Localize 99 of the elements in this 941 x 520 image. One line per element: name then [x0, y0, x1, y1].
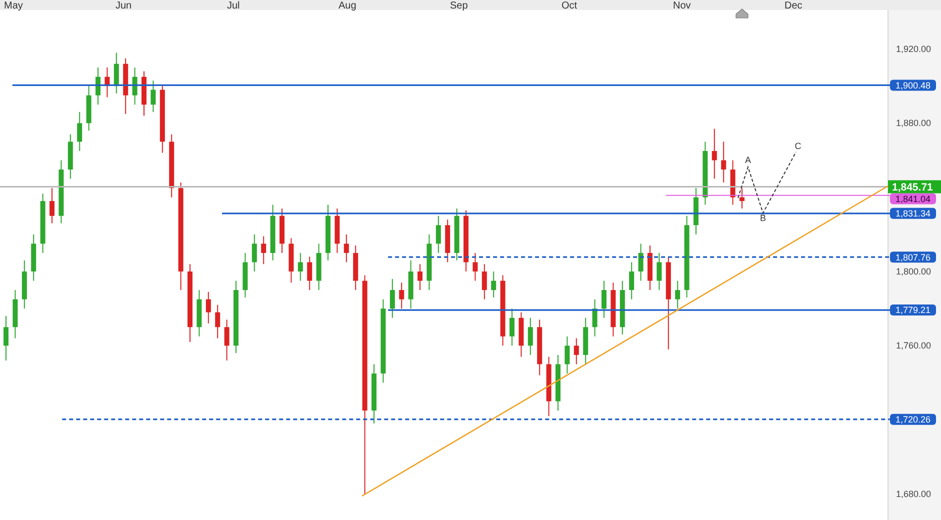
candlestick — [298, 252, 303, 282]
candlestick — [482, 264, 487, 300]
month-label: Nov — [673, 0, 691, 12]
candlestick — [261, 236, 266, 265]
month-label: Aug — [338, 0, 356, 12]
candlestick — [638, 243, 644, 282]
candlestick — [280, 208, 284, 254]
candlestick — [4, 316, 8, 361]
month-label: Dec — [784, 0, 802, 12]
candlestick — [556, 354, 560, 412]
candlestick — [656, 252, 662, 291]
candlestick — [104, 67, 110, 98]
candlestick — [730, 160, 736, 206]
candlestick — [326, 204, 330, 261]
candlestick — [721, 141, 726, 183]
candlestick — [436, 215, 441, 254]
candlestick — [68, 134, 73, 180]
candlestick — [353, 245, 358, 291]
candlestick — [40, 193, 46, 254]
candlestick — [464, 210, 468, 272]
candlestick — [96, 67, 100, 106]
candlestick — [510, 308, 514, 346]
last-price-label: 1,845.71 — [888, 180, 941, 194]
candlestick — [445, 219, 450, 263]
candlestick — [583, 317, 588, 365]
candlestick — [31, 234, 36, 282]
axis-label: 1,680.00 — [896, 489, 932, 499]
candlestick — [500, 274, 506, 346]
candlestick — [316, 243, 322, 291]
axis-label: 1,920.00 — [896, 44, 932, 54]
candlestick — [58, 160, 64, 224]
candlestick — [86, 86, 92, 132]
candlestick — [169, 134, 174, 198]
candlestick — [574, 338, 579, 365]
month-label: Jul — [227, 0, 240, 12]
candlestick — [12, 290, 18, 339]
candlestick — [344, 234, 349, 263]
wave-projection-line — [738, 152, 796, 214]
candlestick — [648, 245, 652, 291]
candlestick — [22, 260, 27, 310]
candlestick — [399, 282, 404, 310]
candlestick — [224, 319, 230, 361]
month-label: Jun — [116, 0, 132, 12]
candlestick — [408, 260, 414, 310]
candlestick — [537, 319, 542, 376]
candlestick — [252, 234, 257, 272]
candlestick — [142, 70, 146, 116]
candlestick — [491, 271, 496, 298]
candlestick — [675, 280, 680, 310]
candlestick — [712, 128, 717, 180]
candlestick — [472, 252, 478, 282]
candlestick — [564, 336, 570, 374]
price-label: 1,807.76 — [890, 252, 936, 263]
price-label: 1,720.26 — [890, 414, 936, 425]
candlestick — [702, 141, 708, 206]
axis-label: 1,760.00 — [896, 340, 932, 351]
candlestick — [307, 256, 312, 291]
candlestick — [620, 280, 625, 336]
wave-label: A — [745, 155, 751, 165]
axis-label: 1,800.00 — [896, 266, 932, 276]
price-label: 1,779.21 — [890, 304, 936, 316]
candlestick — [160, 86, 165, 154]
price-label: 1,900.48 — [890, 80, 936, 91]
candlestick — [114, 52, 119, 94]
candlestick — [334, 208, 340, 254]
month-label: May — [4, 0, 23, 12]
wave-label: B — [760, 213, 766, 223]
month-label: Sep — [450, 0, 468, 12]
candlestick — [132, 67, 138, 106]
axis-label: 1,880.00 — [896, 118, 932, 128]
candlestick — [740, 188, 744, 209]
candlestick — [610, 282, 616, 337]
price-label: 1,831.34 — [890, 208, 936, 219]
candlestick — [50, 188, 54, 224]
candlestick — [592, 298, 598, 337]
candlestick — [528, 317, 533, 356]
candlestick — [242, 252, 248, 298]
candlestick — [629, 262, 634, 300]
wave-label: C — [794, 141, 802, 151]
candlestick — [372, 364, 376, 424]
candlestick — [123, 58, 128, 114]
candlestick — [288, 238, 294, 284]
candlestick — [150, 80, 156, 113]
candlestick — [518, 312, 524, 358]
candlestick — [390, 278, 395, 318]
candlestick — [454, 208, 460, 261]
candlestick — [206, 291, 211, 324]
candlestick — [196, 290, 202, 337]
candlestick — [602, 280, 606, 318]
month-label: Oct — [562, 0, 578, 12]
candlestick — [418, 264, 422, 291]
candlestick — [694, 188, 698, 235]
candlestick — [77, 112, 82, 152]
candlestick — [215, 304, 220, 339]
candlestick — [270, 204, 276, 261]
candlestick — [546, 356, 552, 417]
triangle-marker-icon[interactable] — [736, 8, 748, 18]
price-label: 1,841.04 — [890, 193, 936, 204]
candlestick — [426, 234, 432, 291]
